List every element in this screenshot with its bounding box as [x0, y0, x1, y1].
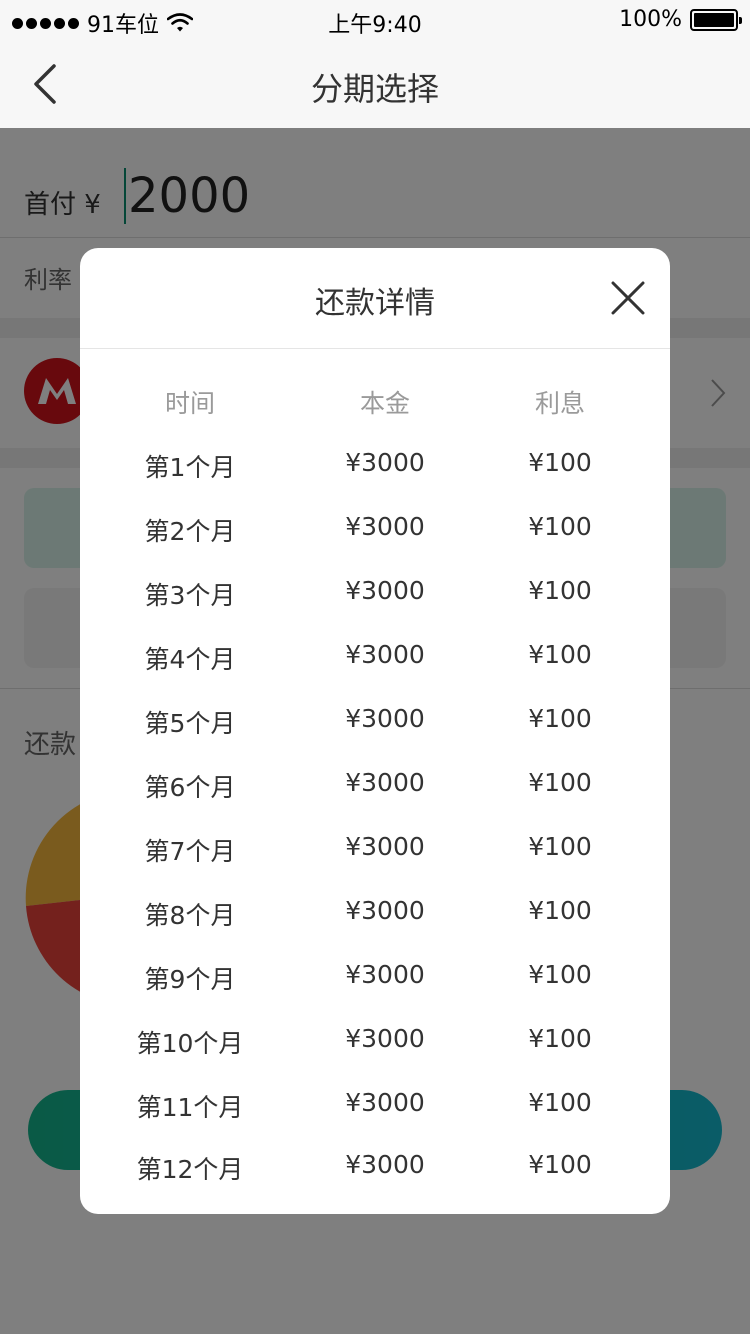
period-cell: 第8个月 — [144, 901, 236, 930]
table-row: 第8个月 ¥3000 ¥100 — [80, 896, 670, 936]
period-cell: 第11个月 — [136, 1093, 244, 1122]
interest-cell: ¥100 — [528, 448, 592, 477]
period-cell: 第1个月 — [144, 453, 236, 482]
period-cell: 第3个月 — [144, 581, 236, 610]
status-bar: 91车位 上午9:40 100% — [0, 0, 750, 40]
interest-cell: ¥100 — [528, 1150, 592, 1179]
status-right: 100% — [619, 7, 742, 32]
table-header: 时间 本金 利息 — [80, 384, 670, 424]
principal-cell: ¥3000 — [345, 768, 425, 797]
principal-cell: ¥3000 — [345, 448, 425, 477]
modal-divider — [80, 348, 670, 349]
table-row: 第6个月 ¥3000 ¥100 — [80, 768, 670, 808]
interest-cell: ¥100 — [528, 832, 592, 861]
interest-cell: ¥100 — [528, 512, 592, 541]
period-cell: 第7个月 — [144, 837, 236, 866]
principal-cell: ¥3000 — [345, 640, 425, 669]
table-row: 第3个月 ¥3000 ¥100 — [80, 576, 670, 616]
period-cell: 第6个月 — [144, 773, 236, 802]
battery-icon — [690, 8, 742, 31]
period-cell: 第4个月 — [144, 645, 236, 674]
period-cell: 第12个月 — [136, 1155, 244, 1184]
period-cell: 第10个月 — [136, 1029, 244, 1058]
interest-cell: ¥100 — [528, 960, 592, 989]
interest-cell: ¥100 — [528, 896, 592, 925]
battery-percent: 100% — [619, 7, 682, 32]
principal-cell: ¥3000 — [345, 832, 425, 861]
table-row: 第10个月 ¥3000 ¥100 — [80, 1024, 670, 1064]
close-icon[interactable] — [610, 280, 646, 316]
period-cell: 第9个月 — [144, 965, 236, 994]
principal-cell: ¥3000 — [345, 1150, 425, 1179]
table-row: 第1个月 ¥3000 ¥100 — [80, 448, 670, 488]
principal-cell: ¥3000 — [345, 576, 425, 605]
principal-cell: ¥3000 — [345, 512, 425, 541]
interest-cell: ¥100 — [528, 1088, 592, 1117]
table-row: 第7个月 ¥3000 ¥100 — [80, 832, 670, 872]
table-row: 第2个月 ¥3000 ¥100 — [80, 512, 670, 552]
page-title: 分期选择 — [310, 70, 439, 108]
principal-cell: ¥3000 — [345, 1088, 425, 1117]
principal-cell: ¥3000 — [345, 896, 425, 925]
interest-cell: ¥100 — [528, 1024, 592, 1053]
principal-cell: ¥3000 — [345, 704, 425, 733]
period-cell: 第5个月 — [144, 709, 236, 738]
table-row: 第12个月 ¥3000 ¥100 — [80, 1150, 670, 1190]
table-row: 第11个月 ¥3000 ¥100 — [80, 1088, 670, 1128]
interest-cell: ¥100 — [528, 640, 592, 669]
table-row: 第9个月 ¥3000 ¥100 — [80, 960, 670, 1000]
header-principal: 本金 — [359, 389, 410, 418]
principal-cell: ¥3000 — [345, 1024, 425, 1053]
header-interest: 利息 — [534, 389, 585, 418]
table-row: 第5个月 ¥3000 ¥100 — [80, 704, 670, 744]
principal-cell: ¥3000 — [345, 960, 425, 989]
period-cell: 第2个月 — [144, 517, 236, 546]
interest-cell: ¥100 — [528, 704, 592, 733]
interest-cell: ¥100 — [528, 576, 592, 605]
interest-cell: ¥100 — [528, 768, 592, 797]
table-row: 第4个月 ¥3000 ¥100 — [80, 640, 670, 680]
modal-title: 还款详情 — [315, 286, 435, 321]
navigation-bar: 分期选择 — [0, 40, 750, 128]
header-time: 时间 — [164, 389, 215, 418]
repayment-details-modal: 还款详情 时间 本金 利息 第1个月 ¥3000 ¥100 第2个月 ¥3000… — [80, 248, 670, 1214]
